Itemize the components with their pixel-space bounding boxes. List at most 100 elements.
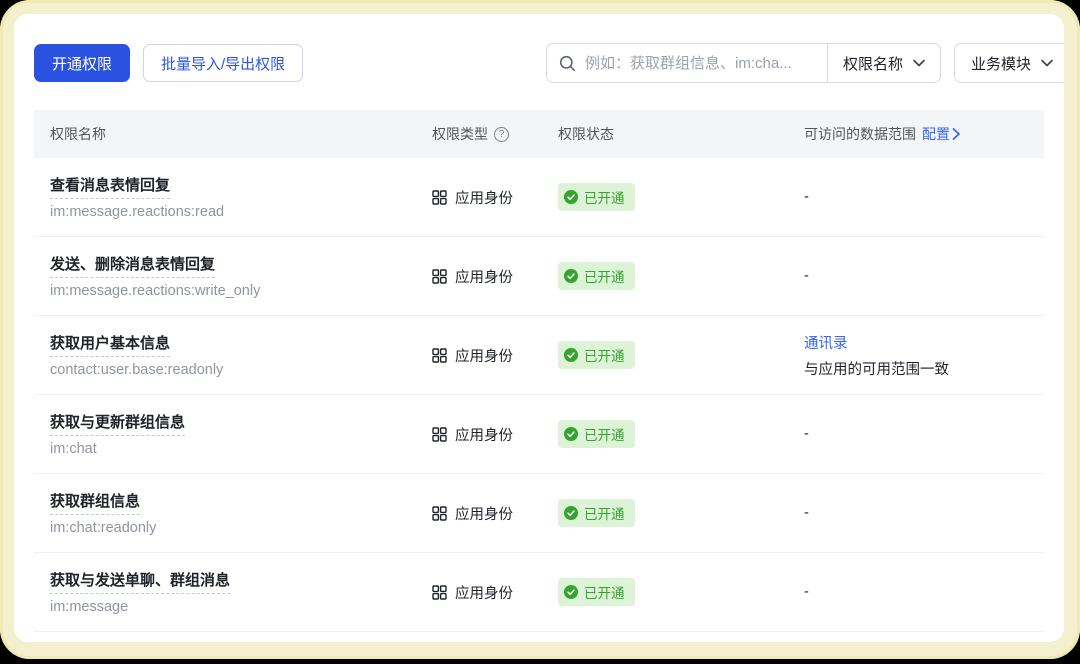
check-circle-icon (564, 506, 578, 520)
permission-type-cell: 应用身份 (416, 187, 542, 208)
chevron-down-icon (913, 59, 925, 67)
status-text: 已开通 (584, 266, 625, 286)
permission-name-cell: 获取群组信息 im:chat:readonly (34, 490, 416, 536)
scope-value: - (804, 189, 809, 205)
status-text: 已开通 (584, 582, 625, 602)
permission-type: 应用身份 (455, 266, 513, 287)
permission-status-cell: 已开通 (542, 578, 788, 606)
permission-name-cell: 查看消息表情回复 im:message.reactions:read (34, 174, 416, 220)
permissions-panel: 开通权限 批量导入/导出权限 权限名称 (14, 14, 1064, 642)
permission-type: 应用身份 (455, 187, 513, 208)
toolbar: 开通权限 批量导入/导出权限 权限名称 (34, 44, 1044, 82)
scope-value: - (804, 426, 809, 442)
permission-code: im:chat (50, 441, 416, 457)
data-scope-cell: - (788, 425, 1044, 443)
check-circle-icon (564, 348, 578, 362)
header-permission-type: 权限类型 ? (416, 124, 542, 144)
status-badge: 已开通 (558, 262, 635, 290)
permission-name-cell: 获取与更新群组信息 im:chat (34, 411, 416, 457)
data-scope-cell: - (788, 188, 1044, 206)
permission-status-cell: 已开通 (542, 262, 788, 290)
permission-type-cell: 应用身份 (416, 582, 542, 603)
permission-type: 应用身份 (455, 582, 513, 603)
permission-type: 应用身份 (455, 503, 513, 524)
permission-code: im:chat:readonly (50, 520, 416, 536)
scope-description: 与应用的可用范围一致 (804, 358, 1044, 379)
permission-status-cell: 已开通 (542, 499, 788, 527)
status-text: 已开通 (584, 503, 625, 523)
permission-name[interactable]: 查看消息表情回复 (50, 174, 170, 199)
table-row: 获取用户基本信息 contact:user.base:readonly 应用身份 (34, 316, 1044, 395)
check-circle-icon (564, 585, 578, 599)
search-field-select-value: 权限名称 (843, 53, 903, 74)
permission-name[interactable]: 获取群组信息 (50, 490, 140, 515)
status-text: 已开通 (584, 345, 625, 365)
table-row: 获取与发送单聊、群组消息 im:message 应用身份 (34, 553, 1044, 632)
data-scope-cell: - (788, 267, 1044, 285)
module-select[interactable]: 业务模块 (954, 43, 1064, 83)
permission-type-cell: 应用身份 (416, 345, 542, 366)
search-icon (559, 55, 576, 72)
status-badge: 已开通 (558, 578, 635, 606)
table-header: 权限名称 权限类型 ? 权限状态 可访问的数据范围 配置 (34, 110, 1044, 158)
app-grid-icon (432, 348, 447, 363)
permission-status-cell: 已开通 (542, 420, 788, 448)
app-grid-icon (432, 506, 447, 521)
table-row: 获取与更新群组信息 im:chat 应用身份 (34, 395, 1044, 474)
search-input[interactable] (585, 55, 815, 72)
status-text: 已开通 (584, 187, 625, 207)
header-permission-name: 权限名称 (34, 124, 416, 144)
permissions-table: 权限名称 权限类型 ? 权限状态 可访问的数据范围 配置 (34, 110, 1044, 632)
app-grid-icon (432, 585, 447, 600)
scope-contacts-link[interactable]: 通讯录 (804, 332, 1044, 353)
batch-import-export-button[interactable]: 批量导入/导出权限 (143, 44, 303, 82)
open-permission-button[interactable]: 开通权限 (34, 44, 130, 82)
permission-code: im:message.reactions:read (50, 204, 416, 220)
permission-type-cell: 应用身份 (416, 266, 542, 287)
permission-name[interactable]: 获取与更新群组信息 (50, 411, 185, 436)
data-scope-cell: - (788, 583, 1044, 601)
permission-code: contact:user.base:readonly (50, 362, 416, 378)
data-scope-cell: 通讯录 与应用的可用范围一致 (788, 332, 1044, 379)
permission-name[interactable]: 获取用户基本信息 (50, 332, 170, 357)
scope-value: - (804, 505, 809, 521)
table-row: 查看消息表情回复 im:message.reactions:read 应用身份 (34, 158, 1044, 237)
search-field-select[interactable]: 权限名称 (828, 53, 940, 74)
scope-value: - (804, 268, 809, 284)
status-badge: 已开通 (558, 183, 635, 211)
check-circle-icon (564, 427, 578, 441)
permission-type-cell: 应用身份 (416, 503, 542, 524)
permission-name-cell: 发送、删除消息表情回复 im:message.reactions:write_o… (34, 253, 416, 299)
permission-code: im:message.reactions:write_only (50, 283, 416, 299)
chevron-right-icon (952, 128, 961, 140)
table-row: 发送、删除消息表情回复 im:message.reactions:write_o… (34, 237, 1044, 316)
app-grid-icon (432, 269, 447, 284)
permission-name[interactable]: 获取与发送单聊、群组消息 (50, 569, 230, 594)
chevron-down-icon (1041, 59, 1053, 67)
configure-link[interactable]: 配置 (922, 124, 961, 144)
check-circle-icon (564, 190, 578, 204)
header-data-scope: 可访问的数据范围 配置 (788, 124, 1044, 144)
permission-type-cell: 应用身份 (416, 424, 542, 445)
permission-name-cell: 获取与发送单聊、群组消息 im:message (34, 569, 416, 615)
search-group: 权限名称 (546, 43, 941, 83)
question-circle-icon[interactable]: ? (494, 127, 509, 142)
status-badge: 已开通 (558, 341, 635, 369)
permission-type: 应用身份 (455, 424, 513, 445)
permission-name-cell: 获取用户基本信息 contact:user.base:readonly (34, 332, 416, 378)
scope-value: - (804, 584, 809, 600)
check-circle-icon (564, 269, 578, 283)
status-badge: 已开通 (558, 499, 635, 527)
app-grid-icon (432, 190, 447, 205)
permission-status-cell: 已开通 (542, 183, 788, 211)
header-permission-status: 权限状态 (542, 124, 788, 144)
data-scope-cell: - (788, 504, 1044, 522)
app-grid-icon (432, 427, 447, 442)
search-box[interactable] (547, 55, 827, 72)
module-select-value: 业务模块 (971, 53, 1031, 74)
permission-status-cell: 已开通 (542, 341, 788, 369)
permission-name[interactable]: 发送、删除消息表情回复 (50, 253, 215, 278)
status-text: 已开通 (584, 424, 625, 444)
table-row: 获取群组信息 im:chat:readonly 应用身份 (34, 474, 1044, 553)
status-badge: 已开通 (558, 420, 635, 448)
